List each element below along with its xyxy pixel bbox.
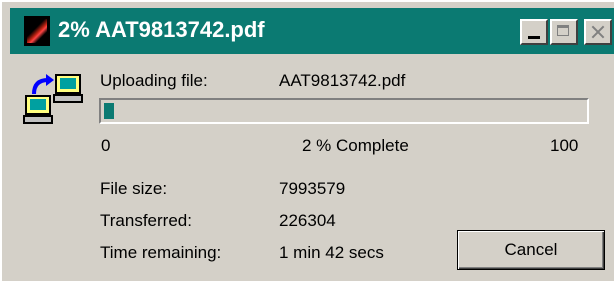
- uploading-file-name: AAT9813742.pdf: [279, 71, 406, 90]
- file-size-value: 7993579: [279, 179, 346, 198]
- upload-progress-bar: [99, 98, 589, 124]
- title-bar[interactable]: 2% AAT9813742.pdf: [10, 8, 614, 54]
- time-remaining-value: 1 min 42 secs: [279, 243, 384, 262]
- cancel-button[interactable]: Cancel: [457, 230, 605, 270]
- close-button: [584, 19, 612, 45]
- transferred-value: 226304: [279, 211, 336, 230]
- computer-transfer-icon: [23, 74, 83, 124]
- upload-dialog: 2% AAT9813742.pdf Uploading file: AAT981…: [0, 0, 614, 281]
- progress-min-label: 0: [101, 136, 111, 155]
- maximize-button: [550, 19, 578, 45]
- uploading-file-label: Uploading file:: [100, 71, 208, 90]
- file-size-label: File size:: [100, 179, 168, 198]
- progress-percent-text: 2 % Complete: [302, 136, 409, 155]
- window-title: 2% AAT9813742.pdf: [58, 17, 265, 42]
- transferred-label: Transferred:: [100, 211, 192, 230]
- minimize-button[interactable]: [520, 19, 548, 45]
- progress-fill: [104, 103, 114, 119]
- app-icon[interactable]: [24, 16, 50, 46]
- time-remaining-label: Time remaining:: [100, 243, 222, 262]
- progress-max-label: 100: [550, 136, 579, 155]
